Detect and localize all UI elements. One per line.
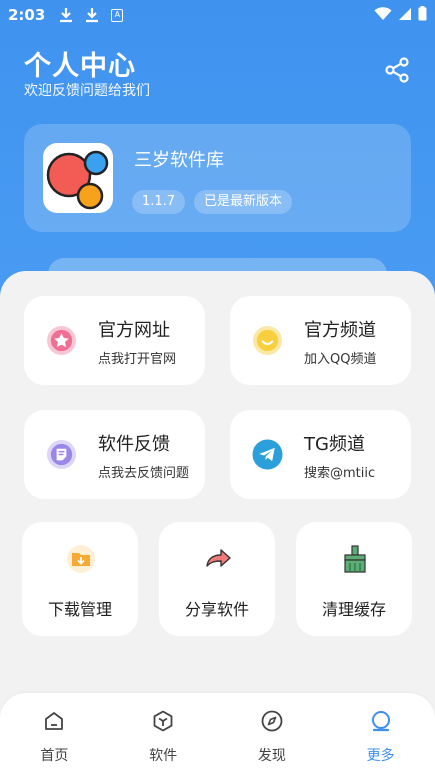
star-icon [46,325,77,356]
a-notification-icon: A [111,8,124,22]
app-version-badge: 1.1.7 [132,190,186,214]
cube-icon [153,710,173,732]
card-description: 点我去反馈问题 [98,466,190,481]
nav-label: 更多 [366,748,395,764]
more-icon [371,711,390,732]
card-title: 官方频道 [304,320,376,341]
download-notification-icon [86,8,99,23]
smile-icon [252,325,283,356]
download-manager-card[interactable]: 下载管理 [22,522,138,636]
page-title: 个人中心 [24,51,136,82]
signal-icon [399,7,411,20]
page-subtitle: 欢迎反馈问题给我们 [24,83,150,99]
card-title: TG频道 [304,434,365,455]
download-folder-icon [67,545,95,573]
wifi-icon [374,6,392,20]
card-title: 下载管理 [47,600,112,619]
update-status-badge: 已是最新版本 [194,190,293,214]
official-channel-card[interactable]: 官方频道 加入QQ频道 [230,296,411,385]
card-title: 分享软件 [184,600,249,619]
card-title: 软件反馈 [98,434,170,455]
card-title: 官方网址 [98,320,170,341]
feedback-icon [46,439,77,470]
share-app-card[interactable]: 分享软件 [159,522,275,636]
home-icon [45,712,64,730]
share-button[interactable] [383,56,411,84]
battery-icon [418,6,427,21]
status-bar: 2:03 A [0,0,435,30]
official-site-card[interactable]: 官方网址 点我打开官网 [24,296,205,385]
nav-item-software[interactable]: 软件 [109,693,218,775]
compass-icon [261,710,283,732]
card-description: 搜索@mtiic [304,466,376,481]
bottom-navigation: 首页 软件 发现 更多 [0,693,435,775]
broom-icon [344,545,366,573]
nav-item-more[interactable]: 更多 [326,693,435,775]
share-icon [385,57,409,83]
tg-channel-card[interactable]: TG频道 搜索@mtiic [230,410,411,499]
app-logo [43,143,113,213]
download-notification-icon [60,8,73,23]
app-name: 三岁软件库 [134,150,224,171]
share-arrow-icon [206,549,231,567]
feedback-card[interactable]: 软件反馈 点我去反馈问题 [24,410,205,499]
telegram-icon [252,439,283,470]
nav-item-discover[interactable]: 发现 [218,693,327,775]
nav-item-home[interactable]: 首页 [0,693,109,775]
nav-label: 首页 [40,748,69,764]
app-logo-icon [46,150,109,210]
status-time: 2:03 [8,6,46,24]
card-description: 加入QQ频道 [304,352,377,367]
card-description: 点我打开官网 [98,352,177,367]
app-info-card: 三岁软件库 1.1.7 已是最新版本 [24,124,411,232]
nav-label: 发现 [257,748,286,764]
nav-label: 软件 [149,748,178,764]
card-title: 清理缓存 [321,600,386,619]
clear-cache-card[interactable]: 清理缓存 [296,522,412,636]
